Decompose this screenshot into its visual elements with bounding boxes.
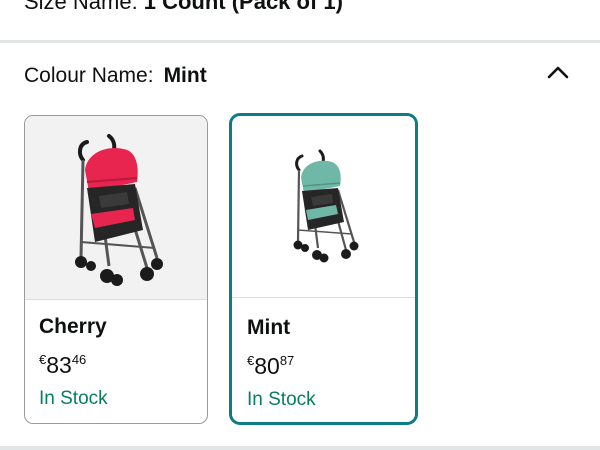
swatch-name: Cherry [39,315,107,338]
colour-name-value: Mint [163,64,207,87]
stock-status: In Stock [247,389,316,410]
colour-name-row: Colour Name: Mint [24,62,207,90]
size-name-value: 1 Count (Pack of 1) [143,0,343,14]
swatch-name: Mint [247,316,291,339]
colour-name-label: Colour Name: [24,64,154,87]
stock-status: In Stock [39,388,108,409]
pram-cherry-image [75,134,163,286]
swatch-info: Cherry €8346 In Stock [39,314,108,411]
price-whole: 83 [46,352,72,378]
pram-mint-image [293,149,359,263]
section-divider [0,446,600,450]
variation-selector: Size Name: 1 Count (Pack of 1) Colour Nam… [0,0,600,450]
swatch-price: €8087 [247,348,316,379]
swatch-image-area [25,116,207,300]
size-name-row[interactable]: Size Name: 1 Count (Pack of 1) [24,0,343,16]
chevron-up-icon[interactable] [544,58,572,86]
size-name-label: Size Name: [24,0,138,14]
price-fraction: 87 [279,353,295,368]
section-divider [0,40,600,43]
price-fraction: 46 [71,352,87,367]
swatch-price: €8346 [39,347,108,378]
swatch-image-area [232,116,415,298]
price-whole: 80 [254,353,280,379]
swatch-info: Mint €8087 In Stock [247,315,316,412]
swatch-mint[interactable]: Mint €8087 In Stock [229,113,418,425]
swatch-cherry[interactable]: Cherry €8346 In Stock [24,115,208,424]
